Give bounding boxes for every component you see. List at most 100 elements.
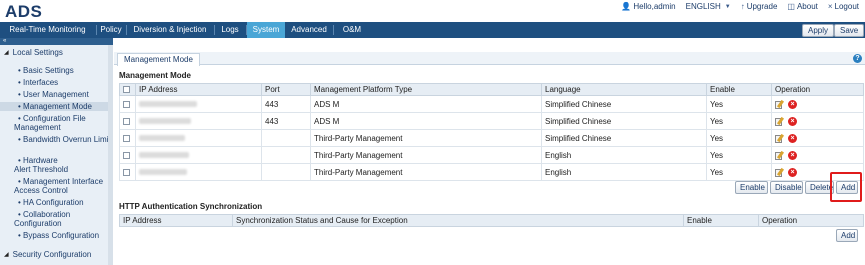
- help-icon[interactable]: ?: [853, 54, 862, 63]
- logout-icon: ×: [827, 2, 833, 11]
- upgrade-link[interactable]: ↑ Upgrade: [741, 2, 778, 11]
- cell-language: Simplified Chinese: [541, 112, 707, 130]
- col-header-sync-status: Synchronization Status and Cause for Exc…: [232, 214, 684, 227]
- delete-icon[interactable]: ×: [788, 99, 797, 109]
- sidebar-item-management-interface-access-control[interactable]: • Management Interface Access Control: [0, 177, 112, 195]
- tab-real-time-monitoring[interactable]: Real-Time Monitoring: [0, 22, 95, 38]
- sidebar-item-basic-settings[interactable]: • Basic Settings: [0, 66, 112, 75]
- sidebar-item-label: Configuration File Management: [14, 114, 86, 132]
- redacted-ip: [139, 135, 185, 142]
- sidebar-item-ha-configuration[interactable]: • HA Configuration: [0, 198, 112, 207]
- sidebar-section-local-settings[interactable]: ◢ Local Settings: [4, 48, 63, 57]
- edit-icon[interactable]: [775, 116, 785, 126]
- row-checkbox[interactable]: [123, 168, 130, 176]
- about-link[interactable]: ◫ About: [787, 2, 817, 11]
- cell-port: [261, 163, 311, 181]
- delete-icon[interactable]: ×: [788, 133, 797, 143]
- edit-icon[interactable]: [775, 150, 785, 160]
- row-checkbox[interactable]: [123, 134, 130, 142]
- cell-operation: ×: [771, 129, 864, 147]
- tab-policy[interactable]: Policy: [97, 22, 125, 38]
- cell-language: Simplified Chinese: [541, 95, 707, 113]
- collapse-triangle-icon: ◢: [4, 252, 9, 258]
- sidebar-section-label: Security Configuration: [12, 250, 92, 259]
- logout-label: Logout: [834, 2, 859, 11]
- sidebar-item-label: Collaboration Configuration: [14, 210, 71, 228]
- sidebar-item-interfaces[interactable]: • Interfaces: [0, 78, 112, 87]
- sidebar-section-label: Local Settings: [12, 48, 63, 57]
- sidebar-scrollbar[interactable]: [108, 45, 113, 265]
- table-row: 443 ADS M Simplified Chinese Yes ×: [119, 112, 864, 130]
- sidebar-item-bandwidth-overrun-limit[interactable]: • Bandwidth Overrun Limit: [0, 135, 112, 144]
- cell-port: 443: [261, 95, 311, 113]
- sidebar-item-configuration-file-management[interactable]: • Configuration File Management: [0, 114, 112, 132]
- sidebar-item-collaboration-configuration[interactable]: • Collaboration Configuration: [0, 210, 112, 228]
- apply-button[interactable]: Apply: [802, 24, 835, 37]
- upgrade-label: Upgrade: [746, 2, 778, 11]
- language-value: ENGLISH: [685, 2, 721, 11]
- edit-icon[interactable]: [775, 99, 785, 109]
- tab-system[interactable]: System: [247, 22, 285, 38]
- sidebar: ◢ Local Settings • Basic Settings • Inte…: [0, 45, 113, 265]
- tab-advanced[interactable]: Advanced: [286, 22, 332, 38]
- sidebar-item-user-management[interactable]: • User Management: [0, 90, 112, 99]
- cell-language: English: [541, 163, 707, 181]
- cell-operation: ×: [771, 112, 864, 130]
- disable-button[interactable]: Disable: [770, 181, 803, 194]
- management-mode-table: IP Address Port Management Platform Type…: [119, 83, 864, 181]
- content-tab-strip: Management Mode ?: [114, 52, 865, 66]
- cell-platform-type: ADS M: [310, 112, 542, 130]
- redacted-ip: [139, 169, 187, 176]
- enable-button[interactable]: Enable: [735, 181, 768, 194]
- tab-om[interactable]: O&M: [334, 22, 370, 38]
- cell-operation: ×: [771, 95, 864, 113]
- cell-enable: Yes: [706, 112, 772, 130]
- save-button[interactable]: Save: [834, 24, 865, 37]
- cell-language: Simplified Chinese: [541, 129, 707, 147]
- sidebar-item-label: HA Configuration: [23, 198, 84, 207]
- sidebar-collapse-toggle[interactable]: «: [0, 38, 113, 45]
- col-header-operation: Operation: [771, 83, 864, 96]
- sidebar-item-management-mode[interactable]: • Management Mode: [0, 102, 112, 111]
- delete-icon[interactable]: ×: [788, 116, 797, 126]
- tab-diversion-injection[interactable]: Diversion & Injection: [127, 22, 213, 38]
- hello-user-link[interactable]: 👤 Hello,admin: [621, 2, 675, 11]
- cell-port: 443: [261, 112, 311, 130]
- main-content: Management Mode ? Management Mode IP Add…: [114, 38, 865, 265]
- sidebar-item-label: Interfaces: [23, 78, 59, 87]
- sidebar-section-security-configuration[interactable]: ◢ Security Configuration: [4, 250, 91, 259]
- row-checkbox[interactable]: [123, 151, 130, 159]
- sidebar-item-bypass-configuration[interactable]: • Bypass Configuration: [0, 231, 112, 240]
- table-header-row: IP Address Port Management Platform Type…: [119, 83, 864, 96]
- cell-port: [261, 129, 311, 147]
- about-icon: ◫: [787, 2, 795, 11]
- tab-logs[interactable]: Logs: [215, 22, 245, 38]
- delete-icon[interactable]: ×: [788, 150, 797, 160]
- sidebar-item-label: User Management: [23, 90, 89, 99]
- collapse-triangle-icon: ◢: [4, 50, 9, 56]
- col-header-port: Port: [261, 83, 311, 96]
- table-row: Third-Party Management Simplified Chines…: [119, 129, 864, 147]
- select-all-checkbox[interactable]: [123, 86, 130, 94]
- delete-icon[interactable]: ×: [788, 167, 797, 177]
- top-header: ADS 👤 Hello,admin ENGLISH ▼ ↑ Upgrade ◫ …: [0, 0, 865, 22]
- edit-icon[interactable]: [775, 167, 785, 177]
- tab-management-mode[interactable]: Management Mode: [117, 53, 200, 66]
- cell-enable: Yes: [706, 146, 772, 164]
- highlight-box: [830, 172, 862, 202]
- http-add-button[interactable]: Add: [836, 229, 858, 242]
- row-checkbox[interactable]: [123, 100, 130, 108]
- sidebar-item-hardware-alert-threshold[interactable]: • Hardware Alert Threshold: [0, 156, 112, 174]
- edit-icon[interactable]: [775, 133, 785, 143]
- logout-link[interactable]: × Logout: [828, 2, 859, 11]
- table-row: Third-Party Management English Yes ×: [119, 163, 864, 181]
- col-header-enable: Enable: [706, 83, 772, 96]
- hello-user-label: Hello,admin: [633, 2, 676, 11]
- language-select[interactable]: ENGLISH ▼: [686, 2, 731, 11]
- sidebar-item-label: Bypass Configuration: [23, 231, 100, 240]
- row-checkbox[interactable]: [123, 117, 130, 125]
- section-title-management-mode: Management Mode: [119, 71, 192, 80]
- select-all-cell: [119, 83, 136, 96]
- sidebar-item-label: Management Mode: [23, 102, 92, 111]
- table-header-row: IP Address Synchronization Status and Ca…: [119, 214, 864, 227]
